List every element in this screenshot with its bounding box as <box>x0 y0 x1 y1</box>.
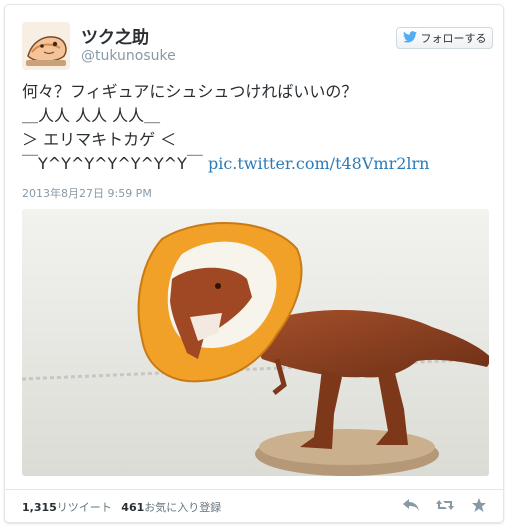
tweet-timestamp[interactable]: 2013年8月27日 9:59 PM <box>22 185 152 201</box>
footer-divider <box>5 489 503 490</box>
tweet-text: 何々？フィギュアにシュシュつければいいの？ ＿人人 人人 人人＿ ＞ エリマキト… <box>22 80 492 176</box>
tweet-actions <box>401 495 489 515</box>
tweet-line-last: ￣Y^Y^Y^Y^Y^Y^Y￣ pic.twitter.com/t48Vmr2l… <box>22 152 492 176</box>
tweet-stats: 1,315リツイート 461お気に入り登録 <box>22 499 221 515</box>
retweet-icon[interactable] <box>435 495 455 515</box>
tweet-photo[interactable] <box>22 209 489 476</box>
follow-button-label: フォローする <box>420 32 487 45</box>
favorite-label: お気に入り登録 <box>144 501 222 514</box>
favorite-stat[interactable]: 461お気に入り登録 <box>121 501 221 514</box>
tweet-line: ＞ エリマキトカゲ ＜ <box>22 130 177 149</box>
retweet-count: 1,315 <box>22 501 57 514</box>
tweet-media-link[interactable]: pic.twitter.com/t48Vmr2lrn <box>208 154 430 173</box>
retweet-label: リツイート <box>56 501 112 514</box>
user-handle[interactable]: @tukunosuke <box>81 48 176 64</box>
user-avatar[interactable] <box>22 22 70 70</box>
tweet-line: ＿人人 人人 人人＿ <box>22 106 161 125</box>
follow-button[interactable]: フォローする <box>396 27 493 49</box>
favorite-star-icon[interactable] <box>469 495 489 515</box>
tweet-line-ascii: ￣Y^Y^Y^Y^Y^Y^Y￣ <box>22 154 203 173</box>
avatar-illustration <box>22 22 70 70</box>
favorite-count: 461 <box>121 501 145 514</box>
retweet-stat[interactable]: 1,315リツイート <box>22 501 112 514</box>
user-display-name[interactable]: ツク之助 <box>81 23 149 48</box>
tweet-card: ツク之助 @tukunosuke フォローする 何々？フィギュアにシュシュつけれ… <box>4 4 504 523</box>
dinosaur-figure-photo <box>22 209 489 476</box>
reply-icon[interactable] <box>401 495 421 515</box>
twitter-bird-icon <box>402 30 417 46</box>
tweet-line: 何々？フィギュアにシュシュつければいいの？ <box>22 82 358 101</box>
